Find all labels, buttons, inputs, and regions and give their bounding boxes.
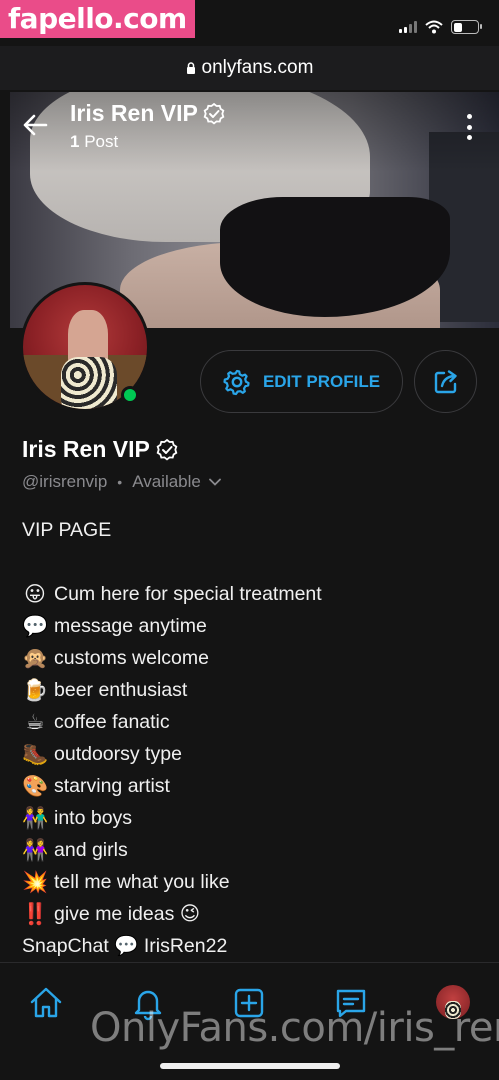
bio-text: customs welcome <box>54 647 209 669</box>
bio-text: tell me what you like <box>54 871 230 893</box>
bio-line: 🍺 beer enthusiast <box>22 674 482 706</box>
separator-dot: • <box>117 474 123 490</box>
edit-profile-button[interactable]: EDIT PROFILE <box>200 350 403 413</box>
post-count-number: 1 <box>70 132 80 151</box>
bio-text: message anytime <box>54 615 207 637</box>
post-count: 1 Post <box>70 132 118 152</box>
header-title: Iris Ren VIP <box>70 100 226 127</box>
verified-badge-icon <box>203 102 225 125</box>
home-icon[interactable] <box>28 985 64 1021</box>
bio-line: 😛 Cum here for special treatment <box>22 578 482 610</box>
bio-text: beer enthusiast <box>54 679 188 701</box>
bio-emoji: ☕ <box>25 710 45 734</box>
home-indicator <box>160 1063 340 1069</box>
bio-emoji: 👫 <box>22 806 49 830</box>
online-status-indicator <box>121 386 139 404</box>
bio-line: ☕ coffee fanatic <box>22 706 482 738</box>
signal-icon <box>399 21 417 33</box>
bio-emoji: ‼️ <box>22 902 49 926</box>
more-options-icon[interactable] <box>462 114 476 140</box>
bio-line: SnapChat 💬 IrisRen22 <box>22 930 482 962</box>
gear-icon <box>223 369 250 395</box>
profile-handle: @irisrenvip <box>22 472 108 491</box>
bio-emoji: 🙊 <box>22 646 49 670</box>
bio-line: 💬 message anytime <box>22 610 482 642</box>
bio-text: starving artist <box>54 775 170 797</box>
share-icon <box>434 369 457 393</box>
bio-line: 💥 tell me what you like <box>22 866 482 898</box>
status-bar: fapello.com <box>0 0 499 46</box>
bio-emoji: 🍺 <box>22 678 49 702</box>
bio-line: ‼️ give me ideas 😉 <box>22 898 482 930</box>
bio-emoji: 😛 <box>24 582 46 606</box>
status-icons <box>399 20 482 34</box>
back-arrow-icon[interactable] <box>22 112 48 138</box>
bio-emoji: 💥 <box>22 870 49 894</box>
profile-name: Iris Ren VIP <box>22 436 179 463</box>
bio: VIP PAGE 😛 Cum here for special treatment 💬… <box>22 514 482 962</box>
verified-badge-icon <box>156 438 178 461</box>
bio-emoji: 🥾 <box>22 742 49 766</box>
bio-text: outdoorsy type <box>54 743 182 765</box>
bio-emoji: 🎨 <box>22 774 49 798</box>
bio-text: give me ideas 😉 <box>54 903 201 925</box>
bio-text: Cum here for special treatment <box>54 583 322 605</box>
availability-status: Available <box>132 472 201 491</box>
bio-emoji: 👭 <box>22 838 49 862</box>
lock-icon <box>186 61 195 74</box>
bio-text: VIP PAGE <box>22 519 112 541</box>
profile-name-text: Iris Ren VIP <box>22 436 150 462</box>
watermark-onlyfans: OnlyFans.com/iris_ren <box>90 1005 499 1051</box>
bio-line: 👫 into boys <box>22 802 482 834</box>
bio-line: 🙊 customs welcome <box>22 642 482 674</box>
edit-profile-label: EDIT PROFILE <box>262 371 381 391</box>
availability-dropdown[interactable]: Available <box>132 472 221 492</box>
watermark-fapello: fapello.com <box>0 0 195 38</box>
bio-line: 👭 and girls <box>22 834 482 866</box>
bio-emoji: 💬 <box>22 614 49 638</box>
chevron-down-icon <box>208 478 221 486</box>
url-text: onlyfans.com <box>201 57 314 78</box>
bio-text: and girls <box>54 839 128 861</box>
post-count-label: Post <box>84 132 119 151</box>
wifi-icon <box>425 20 443 34</box>
bio-line: 🥾 outdoorsy type <box>22 738 482 770</box>
handle-row: @irisrenvip • Available <box>22 472 221 492</box>
header-title-text: Iris Ren VIP <box>70 100 198 126</box>
bio-text: into boys <box>54 807 133 829</box>
url-bar[interactable]: onlyfans.com <box>0 46 499 90</box>
bio-text: SnapChat 💬 IrisRen22 <box>22 935 228 957</box>
bio-text: coffee fanatic <box>54 711 170 733</box>
share-button[interactable] <box>414 350 477 413</box>
bio-blank-line <box>22 546 482 578</box>
battery-icon <box>451 20 482 34</box>
bio-line: VIP PAGE <box>22 514 482 546</box>
bio-line: 🎨 starving artist <box>22 770 482 802</box>
